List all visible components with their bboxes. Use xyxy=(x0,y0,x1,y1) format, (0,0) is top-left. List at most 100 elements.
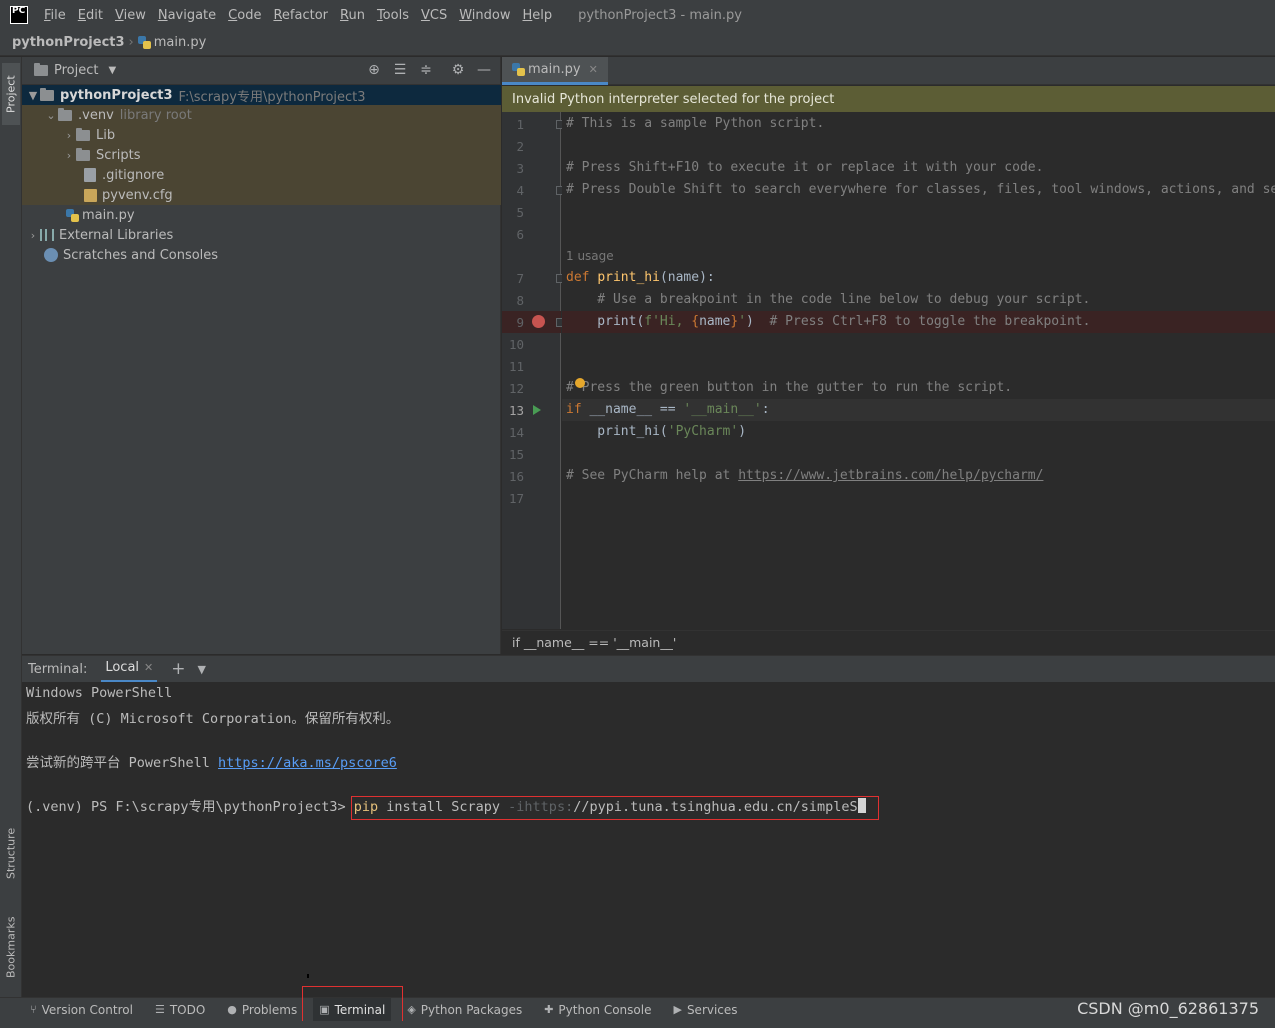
tree-item-project-root[interactable]: ▼ pythonProject3 F:\scrapy专用\pythonProje… xyxy=(22,85,501,105)
chevron-down-icon[interactable]: ⌄ xyxy=(44,109,58,122)
marker xyxy=(307,974,309,978)
line-number: 5 xyxy=(516,205,524,220)
tool-button-python-console[interactable]: ✚ Python Console xyxy=(544,998,651,1022)
string: '__main__' xyxy=(683,402,762,417)
line-number: 15 xyxy=(508,447,524,462)
breakpoint-icon[interactable] xyxy=(532,315,545,328)
tool-tab-structure[interactable]: Structure xyxy=(2,817,20,889)
chevron-down-icon[interactable]: ▼ xyxy=(108,65,116,76)
menu-tools[interactable]: Tools xyxy=(371,8,415,23)
line-number: 11 xyxy=(508,359,524,374)
line-number: 6 xyxy=(516,227,524,242)
tree-item-venv[interactable]: ⌄ .venv library root xyxy=(22,105,501,125)
editor-breadcrumb-item[interactable]: if __name__ == '__main__' xyxy=(512,635,676,650)
project-view-title[interactable]: Project xyxy=(54,63,98,78)
chevron-right-icon[interactable]: › xyxy=(62,129,76,142)
tree-item-scripts[interactable]: › Scripts xyxy=(22,145,501,165)
code-line-8: # Use a breakpoint in the code line belo… xyxy=(566,292,1091,307)
tool-tab-bookmarks[interactable]: Bookmarks xyxy=(2,907,20,987)
menu-help[interactable]: Help xyxy=(517,8,559,23)
hide-icon[interactable]: — xyxy=(476,62,492,78)
menu-window[interactable]: Window xyxy=(453,8,516,23)
tool-button-version-control[interactable]: ⑂ Version Control xyxy=(30,998,133,1022)
collapse-all-icon[interactable]: ≑ xyxy=(418,62,434,78)
tool-button-label: Version Control xyxy=(41,1002,133,1017)
tab-label: main.py xyxy=(528,62,581,77)
intention-bulb-icon[interactable] xyxy=(575,378,585,388)
run-icon[interactable] xyxy=(533,405,541,415)
chevron-right-icon[interactable]: › xyxy=(62,149,76,162)
project-panel: Project ▼ ⊕ ☰ ≑ ⚙ — ▼ pythonProject3 F:\… xyxy=(22,57,501,654)
tree-item-label: Scratches and Consoles xyxy=(63,247,219,263)
tree-item-scratches[interactable]: Scratches and Consoles xyxy=(22,245,501,265)
tree-item-label: pythonProject3 xyxy=(60,87,173,103)
tree-item-label: External Libraries xyxy=(59,227,174,243)
locate-icon[interactable]: ⊕ xyxy=(366,62,382,78)
comment: # See PyCharm help at xyxy=(566,468,739,483)
menu-edit[interactable]: Edit xyxy=(72,8,109,23)
menu-refactor[interactable]: Refactor xyxy=(267,8,334,23)
expand-all-icon[interactable]: ☰ xyxy=(392,62,408,78)
chevron-down-icon[interactable]: ▼ xyxy=(198,663,206,676)
terminal-output[interactable]: Windows PowerShell 版权所有 (C) Microsoft Co… xyxy=(22,682,1275,997)
editor-gutter[interactable]: 1 2 3 4 5 6 7 8 9 10 11 12 13 14 15 16 1… xyxy=(502,112,565,629)
library-icon xyxy=(40,229,54,241)
tree-item-lib[interactable]: › Lib xyxy=(22,125,501,145)
tree-item-label: main.py xyxy=(82,207,135,223)
services-icon: ▶ xyxy=(673,1003,682,1016)
menu-run[interactable]: Run xyxy=(334,8,371,23)
menu-view[interactable]: View xyxy=(109,8,152,23)
tool-button-label: Python Packages xyxy=(420,1002,523,1017)
gear-icon[interactable]: ⚙ xyxy=(450,62,466,78)
window-title: pythonProject3 - main.py xyxy=(578,7,742,23)
chevron-right-icon[interactable]: › xyxy=(26,229,40,242)
tree-item-pyvenv-cfg[interactable]: pyvenv.cfg xyxy=(22,185,501,205)
breadcrumb: pythonProject3 › main.py xyxy=(0,30,1275,56)
terminal-button-highlight-box xyxy=(302,986,403,1024)
menu-vcs[interactable]: VCS xyxy=(415,8,453,23)
tool-tab-project[interactable]: Project xyxy=(2,63,20,125)
chevron-down-icon[interactable]: ▼ xyxy=(26,89,40,102)
ignore-file-icon xyxy=(84,168,96,182)
code-line-9: print(f'Hi, {name}') # Press Ctrl+F8 to … xyxy=(566,314,1090,329)
help-link[interactable]: https://www.jetbrains.com/help/pycharm/ xyxy=(738,468,1043,483)
pscore-link[interactable]: https://aka.ms/pscore6 xyxy=(218,755,397,771)
code-text: ) xyxy=(746,314,770,329)
breadcrumb-separator: › xyxy=(128,35,134,50)
tool-button-services[interactable]: ▶ Services xyxy=(673,998,737,1022)
breadcrumb-file[interactable]: main.py xyxy=(154,35,207,50)
tool-button-problems[interactable]: ● Problems xyxy=(227,998,297,1022)
breadcrumb-project[interactable]: pythonProject3 xyxy=(12,35,125,50)
code-text: print( xyxy=(566,314,645,329)
tool-button-python-packages[interactable]: ◈ Python Packages xyxy=(407,998,522,1022)
close-icon[interactable]: ✕ xyxy=(589,63,598,76)
terminal-tab-local[interactable]: Local ✕ xyxy=(101,656,158,683)
tree-item-external-libraries[interactable]: › External Libraries xyxy=(22,225,501,245)
menu-file[interactable]: File xyxy=(38,8,72,23)
add-icon[interactable]: + xyxy=(171,659,185,679)
watermark: CSDN @m0_62861375 xyxy=(1077,999,1259,1018)
line-number: 1 xyxy=(516,117,524,132)
folder-icon xyxy=(34,63,48,76)
usage-hint[interactable]: 1 usage xyxy=(566,249,614,263)
tree-item-gitignore[interactable]: .gitignore xyxy=(22,165,501,185)
close-icon[interactable]: ✕ xyxy=(144,661,153,674)
string: ' xyxy=(738,314,747,329)
tree-item-main-py[interactable]: main.py xyxy=(22,205,501,225)
info-icon: ● xyxy=(227,1003,237,1016)
tab-main-py[interactable]: main.py ✕ xyxy=(502,57,608,85)
menu-code[interactable]: Code xyxy=(222,8,267,23)
interpreter-warning-banner: Invalid Python interpreter selected for … xyxy=(502,86,1275,112)
code-line-14: print_hi('PyCharm') xyxy=(566,424,746,439)
branch-icon: ⑂ xyxy=(30,1003,37,1016)
code-text: ) xyxy=(738,424,747,439)
tool-button-todo[interactable]: ☰ TODO xyxy=(155,998,205,1022)
function-name: print_hi xyxy=(597,270,660,285)
editor-tab-bar: main.py ✕ xyxy=(502,57,1275,85)
line-number: 10 xyxy=(508,337,524,352)
code-editor[interactable]: # This is a sample Python script. # Pres… xyxy=(562,112,1275,629)
code-line-1: # This is a sample Python script. xyxy=(566,116,825,131)
menu-navigate[interactable]: Navigate xyxy=(152,8,222,23)
code-text: __name__ == xyxy=(581,402,684,417)
tree-item-label: Scripts xyxy=(96,147,141,163)
